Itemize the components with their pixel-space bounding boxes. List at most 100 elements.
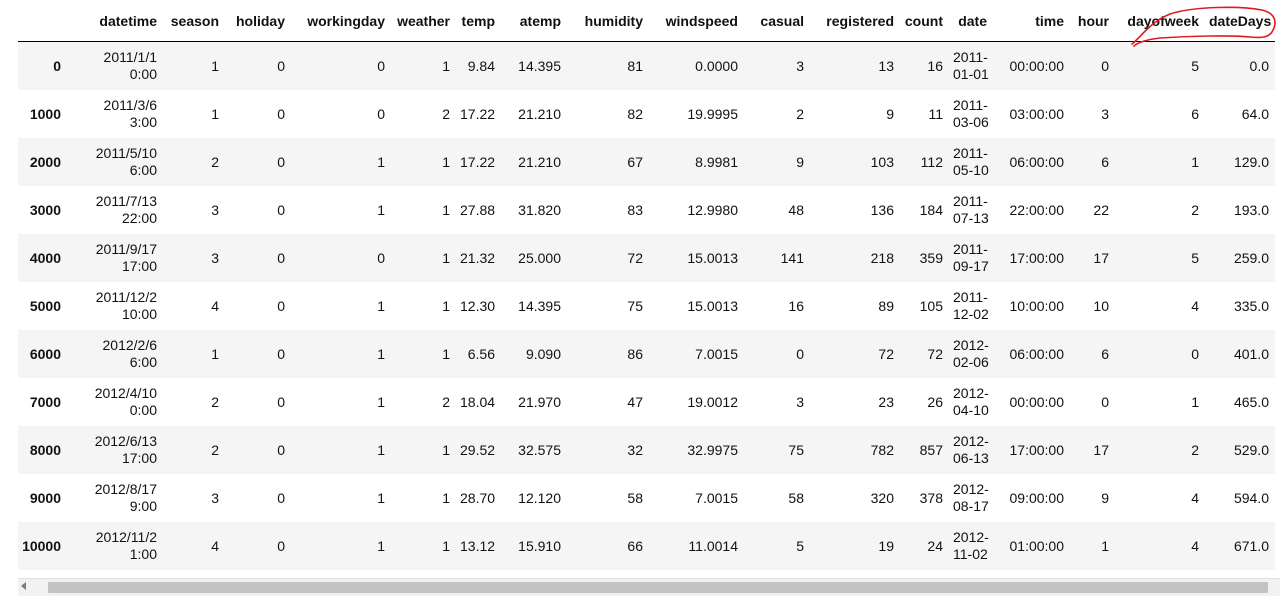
- table-row: 2000 2011/5/10 6:00 2 0 1 1 17.22 21.210 67 8.9981…: [18, 137, 1275, 186]
- cell-weather: 1: [442, 345, 450, 362]
- cell-holiday: 0: [277, 249, 285, 266]
- cell-dayofweek: 0: [1191, 345, 1199, 362]
- cell-line: 07-13: [953, 209, 989, 226]
- cell-weather: 1: [442, 537, 450, 554]
- cell-line: 2012/4/10: [94, 384, 157, 401]
- cell-workingday: 1: [377, 537, 385, 554]
- dataframe-table: datetime season holiday workingday weather te…: [18, 0, 1275, 570]
- cell-time: 06:00:00: [1009, 153, 1065, 170]
- cell-registered: 782: [870, 441, 894, 458]
- cell-count: 184: [919, 201, 943, 218]
- cell-line: 17:00: [121, 257, 157, 274]
- cell-weather: 1: [442, 153, 450, 170]
- column-header-time: time: [993, 0, 1070, 42]
- cell-count: 378: [919, 489, 943, 506]
- column-header-count: count: [900, 0, 949, 42]
- cell-time: 17:00:00: [1009, 249, 1065, 266]
- column-header-weather: weather: [391, 0, 456, 42]
- cell-date: 2012- 06-13: [949, 426, 993, 474]
- cell-line: 2012-: [953, 384, 989, 401]
- cell-holiday: 0: [277, 393, 285, 410]
- cell-line: 06-13: [953, 449, 989, 466]
- cell-dayofweek: 5: [1191, 57, 1199, 74]
- cell-windspeed: 11.0014: [688, 537, 738, 554]
- cell-line: 0:00: [129, 65, 157, 82]
- row-index: 9000: [29, 489, 61, 506]
- cell-humidity: 32: [627, 441, 643, 458]
- cell-datedays: 335.0: [1233, 297, 1269, 314]
- scrollbar-thumb[interactable]: [48, 582, 1268, 593]
- row-index: 2000: [29, 153, 61, 170]
- cell-registered: 103: [870, 153, 894, 170]
- cell-line: 6:00: [129, 161, 157, 178]
- cell-atemp: 31.820: [518, 201, 561, 218]
- cell-datedays: 594.0: [1233, 489, 1269, 506]
- cell-season: 4: [211, 297, 219, 314]
- cell-dayofweek: 2: [1191, 441, 1199, 458]
- cell-datetime: 2012/8/17 9:00: [67, 474, 163, 522]
- cell-hour: 1: [1101, 537, 1109, 554]
- cell-casual: 58: [788, 489, 804, 506]
- row-index: 10000: [22, 537, 61, 554]
- cell-registered: 89: [878, 297, 894, 314]
- cell-datetime: 2012/4/10 0:00: [67, 378, 163, 426]
- cell-weather: 2: [442, 105, 450, 122]
- cell-holiday: 0: [277, 489, 285, 506]
- cell-holiday: 0: [277, 297, 285, 314]
- cell-registered: 136: [870, 201, 894, 218]
- cell-atemp: 21.970: [518, 393, 561, 410]
- cell-time: 00:00:00: [1009, 57, 1065, 74]
- cell-date: 2011- 03-06: [949, 90, 993, 138]
- cell-humidity: 83: [627, 201, 643, 218]
- cell-temp: 27.88: [460, 201, 496, 218]
- cell-windspeed: 19.9995: [687, 105, 738, 122]
- cell-count: 857: [919, 441, 943, 458]
- cell-weather: 1: [442, 57, 450, 74]
- cell-casual: 16: [788, 297, 804, 314]
- cell-line: 2011/5/10: [95, 144, 157, 161]
- cell-hour: 0: [1101, 57, 1109, 74]
- cell-line: 2011/7/13: [95, 192, 157, 209]
- cell-datetime: 2012/11/2 1:00: [67, 522, 163, 570]
- table-row: 5000 2011/12/2 10:00 4 0 1 1 12.30 14.395 75 15.00…: [18, 282, 1275, 330]
- cell-atemp: 21.210: [518, 105, 561, 122]
- cell-time: 17:00:00: [1009, 441, 1065, 458]
- cell-registered: 9: [886, 105, 894, 122]
- cell-atemp: 14.395: [518, 297, 561, 314]
- table-row: 9000 2012/8/17 9:00 3 0 1 1 28.70 12.120 58 7.0015…: [18, 474, 1275, 522]
- cell-temp: 28.70: [460, 489, 496, 506]
- cell-line: 02-06: [953, 353, 989, 370]
- column-header-casual: casual: [744, 0, 810, 42]
- table-row: 7000 2012/4/10 0:00 2 0 1 2 18.04 21.970 47 19.001…: [18, 378, 1275, 426]
- cell-holiday: 0: [277, 441, 285, 458]
- cell-datedays: 401.0: [1233, 345, 1269, 362]
- cell-holiday: 0: [277, 105, 285, 122]
- cell-datetime: 2012/2/6 6:00: [67, 330, 163, 378]
- cell-hour: 0: [1101, 393, 1109, 410]
- cell-hour: 6: [1101, 345, 1109, 362]
- cell-count: 16: [927, 57, 943, 74]
- cell-holiday: 0: [277, 201, 285, 218]
- cell-datedays: 465.0: [1233, 393, 1269, 410]
- cell-casual: 2: [796, 105, 804, 122]
- cell-windspeed: 8.9981: [695, 153, 738, 170]
- cell-holiday: 0: [277, 537, 285, 554]
- cell-humidity: 66: [627, 537, 643, 554]
- cell-line: 2012/8/17: [94, 480, 157, 497]
- cell-line: 2012-: [953, 432, 989, 449]
- horizontal-scrollbar[interactable]: [18, 578, 1280, 596]
- cell-temp: 18.04: [460, 393, 496, 410]
- cell-humidity: 58: [627, 489, 643, 506]
- header-row: datetime season holiday workingday weather te…: [18, 0, 1275, 42]
- arrow-left-icon[interactable]: [21, 582, 26, 590]
- cell-hour: 3: [1101, 105, 1109, 122]
- cell-datetime: 2011/12/2 10:00: [67, 282, 163, 330]
- cell-dayofweek: 1: [1191, 153, 1199, 170]
- cell-humidity: 67: [627, 153, 643, 170]
- cell-line: 03-06: [953, 113, 989, 130]
- cell-time: 22:00:00: [1009, 201, 1065, 218]
- cell-count: 11: [928, 105, 943, 122]
- column-header-hour: hour: [1070, 0, 1115, 42]
- cell-hour: 6: [1101, 153, 1109, 170]
- cell-date: 2012- 08-17: [949, 474, 993, 522]
